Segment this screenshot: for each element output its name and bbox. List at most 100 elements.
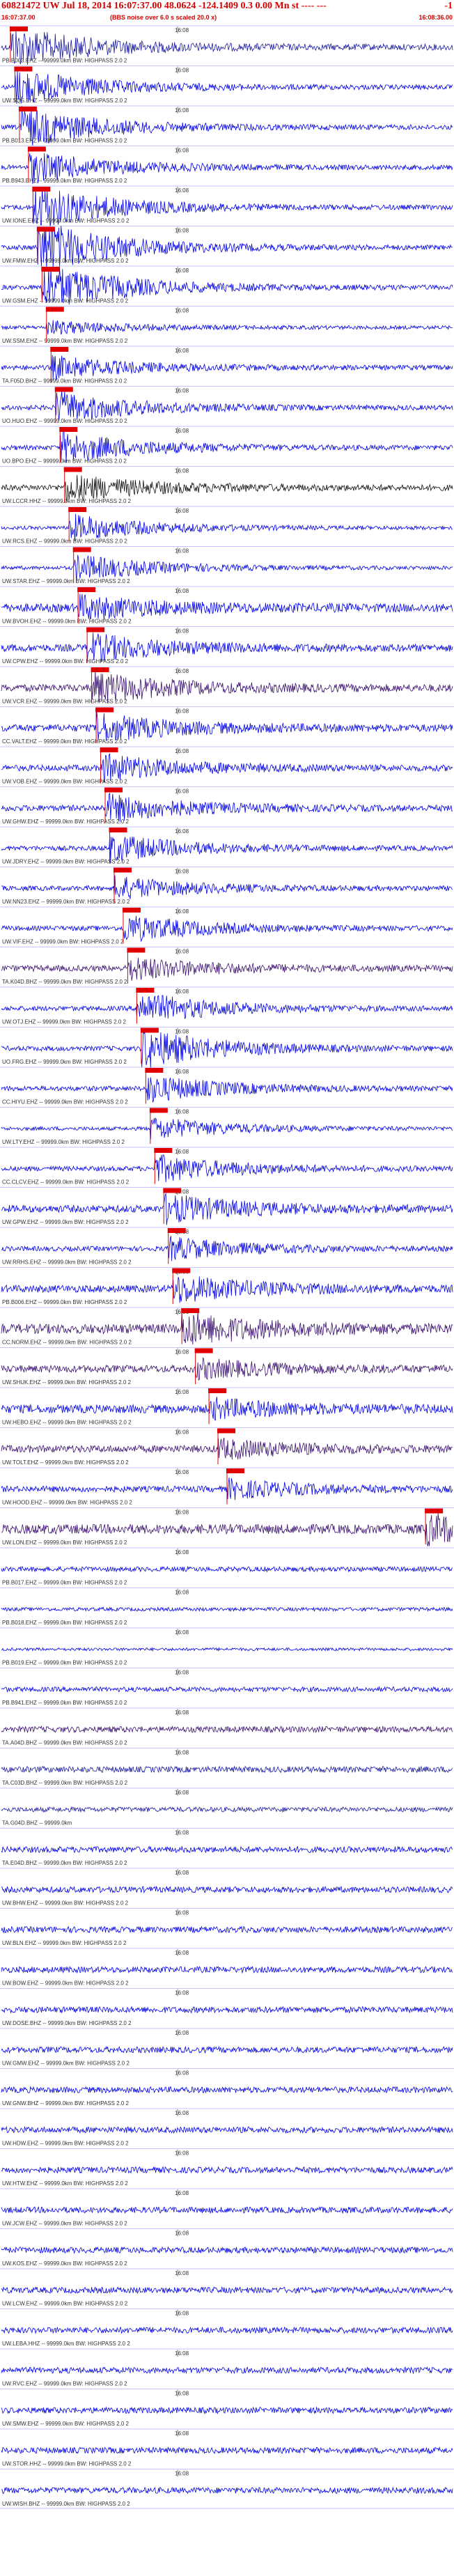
waveform-line — [1, 2125, 453, 2134]
trace-cc-norm-ehz: 16:08CC.NORM.EHZ -- 99999.0km BW: HIGHPA… — [0, 1307, 454, 1346]
pick-marker — [127, 947, 146, 953]
minute-label: 16:08 — [175, 1629, 189, 1636]
waveform-line — [1, 1236, 453, 1262]
minute-label: 16:08 — [175, 1349, 189, 1356]
minute-label: 16:08 — [175, 1510, 189, 1516]
station-label: UW.GSM.EHZ -- 99999.0km BW: HIGHPASS 2.0… — [2, 298, 129, 304]
station-label: UW.BHW.EHZ -- 99999.0km BW: HIGHPASS 2.0… — [2, 1900, 129, 1907]
station-label: PB.B941.EHZ -- 99999.0km BW: HIGHPASS 2.… — [2, 1700, 127, 1706]
minute-label: 16:08 — [175, 187, 189, 194]
waveform-line — [1, 2246, 453, 2254]
minute-label: 16:08 — [175, 628, 189, 635]
station-label: UW.GMW.EHZ -- 99999.0km BW: HIGHPASS 2.0… — [2, 2061, 130, 2067]
minute-label: 16:08 — [175, 308, 189, 314]
trace-cc-hiyu-ehz: 16:08 CC.HIYU.EHZ -- 99999.0km BW: HIGHPA… — [0, 1066, 454, 1105]
trace-ta-k04d-bhz: 16:08 TA.K04D.BHZ -- 99999.0km BW: HIGHPA… — [0, 947, 454, 985]
station-label: UO.FRG.EHZ -- 99999.0km BW: HIGHPASS 2.0… — [2, 1059, 127, 1065]
minute-label: 16:08 — [175, 988, 189, 995]
minute-label: 16:08 — [175, 348, 189, 354]
minute-label: 16:08 — [175, 468, 189, 474]
trace-uw-nn23-ehz: 16:08 UW.NN23.EHZ -- 99999.0km BW: HIGHPA… — [0, 867, 454, 905]
station-label: UW.GPW.EHZ -- 99999.0km BW: HIGHPASS 2.0… — [2, 1219, 129, 1225]
waveform-line — [1, 2205, 453, 2214]
station-label: UW.LON.EHZ -- 99999.0km BW: HIGHPASS 2.0… — [2, 1539, 127, 1546]
minute-label: 16:08 — [175, 2430, 189, 2437]
trace-uw-shuk-ehz: 16:08 UW.SHUK.EHZ -- 99999.0km BW: HIGHPA… — [0, 1347, 454, 1386]
pick-marker — [45, 307, 64, 312]
trace-uw-leba-hhz: 16:08 UW.LEBA.HHZ -- 99999.0km BW: HIGHPA… — [0, 2309, 454, 2347]
pick-marker — [91, 667, 109, 672]
minute-label: 16:08 — [175, 148, 189, 154]
trace-uw-hebo-ehz: 16:08 UW.HEBO.EHZ -- 99999.0km BW: HIGHPA… — [0, 1387, 454, 1426]
trace-uw-ghw-ehz: 16:08 UW.GHW.EHZ -- 99999.0km BW: HIGHPAS… — [0, 786, 454, 825]
waveform-line — [1, 593, 453, 620]
waveform-line — [1, 1806, 453, 1813]
pick-marker — [72, 547, 91, 552]
pick-marker — [114, 867, 132, 873]
station-label: UW.LCW.EHZ -- 99999.0km BW: HIGHPASS 2.0… — [2, 2301, 128, 2307]
trace-uw-rrhs-ehz: 16:08UW.RRHS.EHZ -- 99999.0km BW: HIGHPA… — [0, 1227, 454, 1266]
pick-marker — [27, 146, 46, 152]
minute-label: 16:08 — [175, 1469, 189, 1475]
pick-marker — [18, 107, 37, 111]
waveform-line — [1, 1397, 453, 1421]
trace-pb-b003-ehz: 16:08 PB.B003.EHZ -- 99999.0km BW: HIGHPA… — [0, 25, 454, 65]
station-label: UW.STAR.EHZ -- 99999.0km BW: HIGHPASS 2.… — [2, 578, 130, 584]
pick-marker — [9, 26, 28, 31]
pick-marker — [50, 347, 69, 352]
station-label: TA.G04D.BHZ -- 99999.0km — [2, 1820, 72, 1826]
trace-uw-bvoh-ehz: 16:08 UW.BVOH.EHZ -- 99999.0km BW: HIGHPA… — [0, 586, 454, 625]
station-label: UW.RCS.EHZ -- 99999.0km BW: HIGHPASS 2.0… — [2, 538, 127, 545]
trace-uw-lcw-ehz: 16:08 UW.LCW.EHZ -- 99999.0km BW: HIGHPAS… — [0, 2268, 454, 2307]
pick-marker — [63, 467, 82, 472]
trace-pb-b013-ehz: 16:08 PB.B013.EHZ -- 99999.0km BW: HIGHPA… — [0, 105, 454, 146]
station-label: UO.HUO.EHZ -- 99999.0km BW: HIGHPASS 2.0… — [2, 418, 127, 424]
trace-pb-b943-ehz: 16:08 PB.B943.EHZ -- 99999.0km BW: HIGHPA… — [0, 146, 454, 184]
waveform-line — [1, 2045, 453, 2054]
trace-uw-kos-ehz: 16:08 UW.KOS.EHZ -- 99999.0km BW: HIGHPAS… — [0, 2228, 454, 2267]
waveform-line — [1, 2166, 453, 2174]
station-label: UW.LTY.EHZ -- 99999.0km BW: HIGHPASS 2.0… — [2, 1139, 125, 1145]
station-label: UW.LEBA.HHZ -- 99999.0km BW: HIGHPASS 2.… — [2, 2341, 130, 2347]
waveform-line — [1, 2486, 453, 2494]
pick-marker — [41, 267, 60, 272]
waveform-line — [1, 1725, 453, 1734]
minute-label: 16:08 — [175, 2110, 189, 2116]
pick-marker — [145, 1068, 164, 1073]
station-label: TA.C03D.BHZ -- 99999.0km BW: HIGHPASS 2.… — [2, 1780, 128, 1786]
minute-label: 16:08 — [175, 949, 189, 955]
waveform-line — [1, 355, 453, 380]
waveform-line — [1, 1154, 453, 1183]
trace-cc-clcv-ehz: 16:08 CC.CLCV.EHZ -- 99999.0km BW: HIGHPA… — [0, 1147, 454, 1186]
station-label: TA.E04D.BHZ -- 99999.0km BW: HIGHPASS 2.… — [2, 1860, 127, 1866]
pick-marker — [194, 1348, 213, 1353]
minute-label: 16:08 — [175, 1670, 189, 1676]
station-label: UW.RVC.EHZ -- 99999.0km BW: HIGHPASS 2.0… — [2, 2381, 127, 2387]
pick-marker — [36, 226, 55, 232]
waveform-line — [1, 2005, 453, 2014]
minute-label: 16:08 — [175, 2070, 189, 2077]
waveform-line — [1, 1845, 453, 1854]
station-label: TA.F05D.BHZ -- 99999.0km BW: HIGHPASS 2.… — [2, 378, 127, 385]
pick-marker — [86, 627, 105, 633]
minute-label: 16:08 — [175, 27, 189, 33]
minute-label: 16:08 — [175, 1590, 189, 1596]
trace-uw-jdry-ehz: 16:08 UW.JDRY.EHZ -- 99999.0km BW: HIGHPA… — [0, 826, 454, 865]
trace-uw-jcw-ehz: 16:08 UW.JCW.EHZ -- 99999.0km BW: HIGHPAS… — [0, 2188, 454, 2227]
trace-ta-c03d-bhz: 16:08 TA.C03D.BHZ -- 99999.0km BW: HIGHPA… — [0, 1748, 454, 1786]
waveform-line — [1, 1565, 453, 1573]
trace-pb-b019-ehz: 16:08 PB.B019.EHZ -- 99999.0km BW: HIGHPA… — [0, 1627, 454, 1666]
pick-marker — [181, 1308, 200, 1313]
minute-label: 16:08 — [175, 1709, 189, 1716]
pick-marker — [154, 1148, 173, 1153]
trace-uw-dose-bhz: 16:08 UW.DOSE.BHZ -- 99999.0km BW: HIGHPA… — [0, 1988, 454, 2026]
minute-label: 16:08 — [175, 388, 189, 394]
trace-ta-e04d-bhz: 16:08 TA.E04D.BHZ -- 99999.0km BW: HIGHPA… — [0, 1828, 454, 1866]
trace-uw-star-ehz: 16:08 UW.STAR.EHZ -- 99999.0km BW: HIGHPA… — [0, 546, 454, 584]
station-label: PB.B017.EHZ -- 99999.0km BW: HIGHPASS 2.… — [2, 1580, 127, 1586]
waveform-line — [1, 1606, 453, 1613]
station-label: UW.VCR.EHZ -- 99999.0km BW: HIGHPASS 2.0… — [2, 699, 127, 705]
minute-label: 16:08 — [175, 2030, 189, 2036]
pick-marker — [95, 707, 114, 713]
minute-label: 16:08 — [175, 1790, 189, 1796]
